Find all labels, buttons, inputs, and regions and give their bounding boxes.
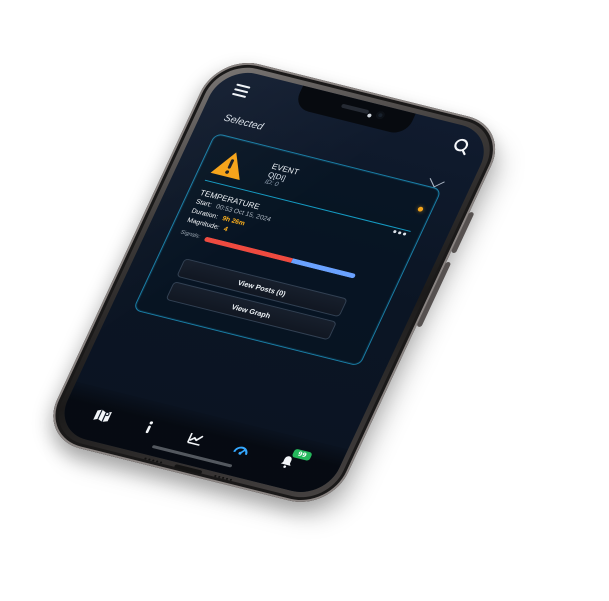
- page-title: Selected: [221, 112, 266, 133]
- status-dot: [366, 113, 373, 118]
- signals-label: Signals:: [179, 229, 202, 240]
- search-icon[interactable]: [450, 136, 472, 155]
- start-label: Start:: [194, 198, 213, 209]
- chart-icon[interactable]: [183, 429, 208, 450]
- bell-icon[interactable]: 99: [274, 448, 313, 472]
- signal-red-segment: [203, 236, 293, 263]
- phone-body: Selected EVENT Q[DI] ID: 0 TEMPERATURE S…: [39, 54, 510, 511]
- speedometer-icon[interactable]: [229, 440, 254, 461]
- magnitude-value: 4: [222, 225, 229, 234]
- status-badge: [416, 206, 424, 213]
- event-card: EVENT Q[DI] ID: 0 TEMPERATURE Start: 00:…: [132, 132, 443, 367]
- chevron-down-icon[interactable]: [429, 173, 445, 188]
- speaker-right: [213, 474, 234, 482]
- menu-icon[interactable]: [231, 83, 251, 99]
- info-icon[interactable]: [137, 417, 162, 438]
- signal-blue-segment: [290, 258, 357, 279]
- speaker-grill: [340, 103, 370, 115]
- camera-icon: [374, 110, 386, 120]
- stage: Selected EVENT Q[DI] ID: 0 TEMPERATURE S…: [0, 0, 609, 601]
- phone-mockup: Selected EVENT Q[DI] ID: 0 TEMPERATURE S…: [29, 54, 577, 550]
- warning-icon: [209, 148, 252, 182]
- phone-screen: Selected EVENT Q[DI] ID: 0 TEMPERATURE S…: [53, 65, 496, 500]
- speaker-left: [143, 457, 164, 464]
- map-icon[interactable]: [90, 405, 115, 426]
- phone-notch: [292, 85, 416, 136]
